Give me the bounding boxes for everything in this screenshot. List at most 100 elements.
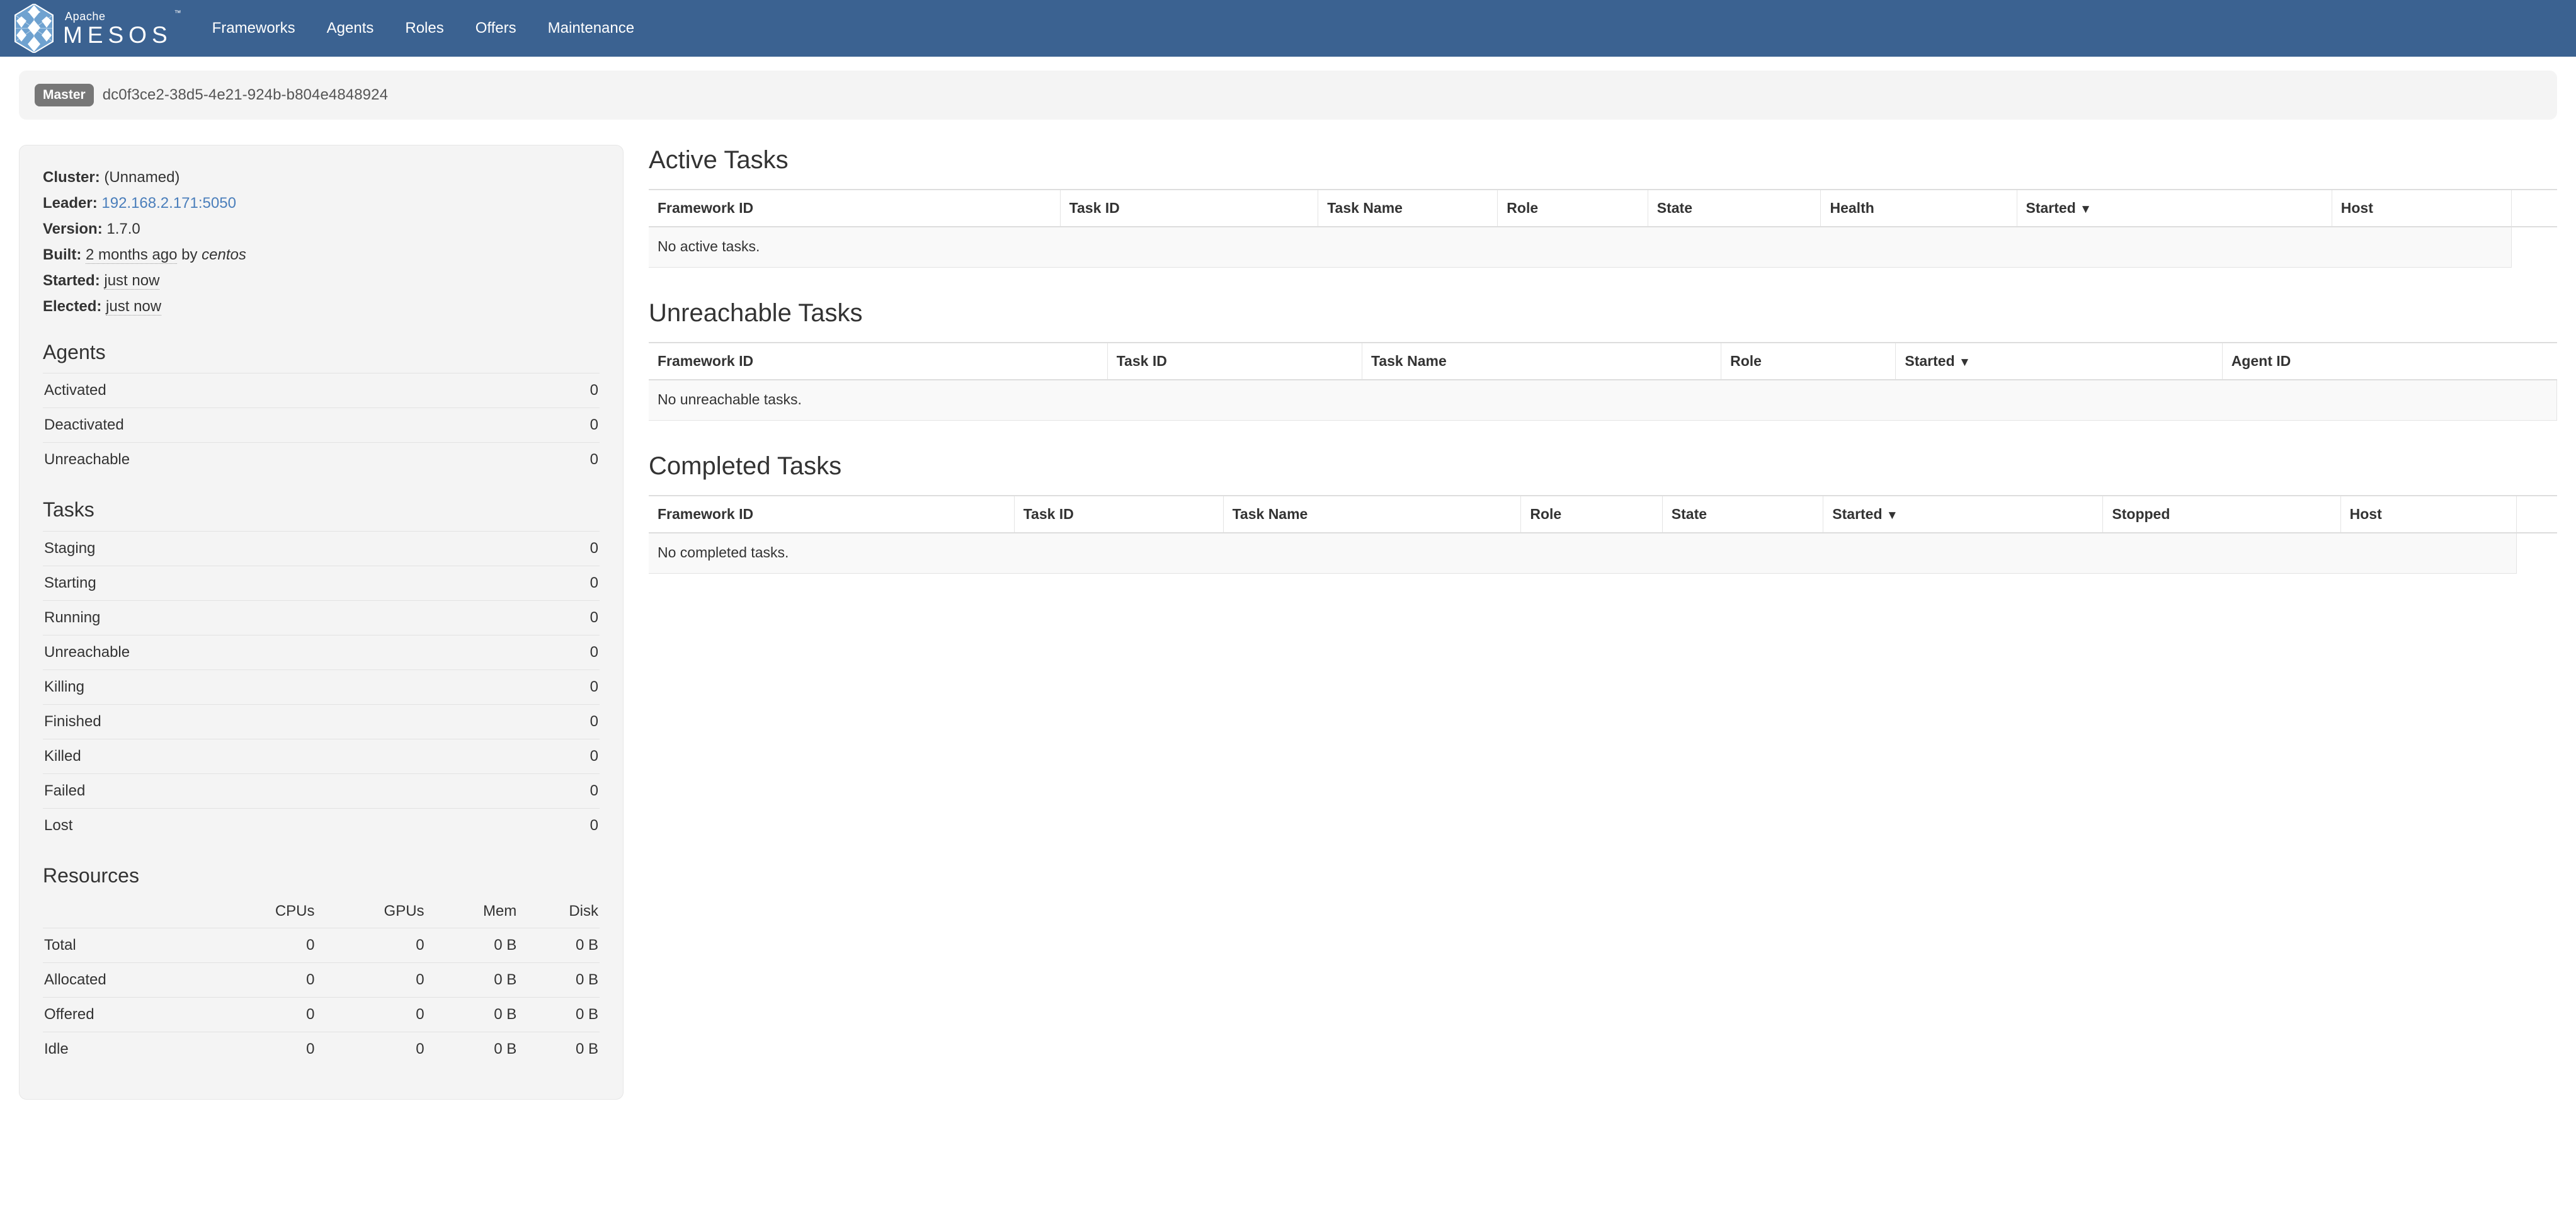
completed-col-task-name[interactable]: Task Name bbox=[1222, 495, 1521, 533]
active-col-task-id[interactable]: Task ID bbox=[1059, 189, 1318, 227]
nav-item-offers[interactable]: Offers bbox=[460, 0, 532, 57]
resources-header-disk: Disk bbox=[569, 903, 598, 920]
resources-row-allocated: Allocated 0 0 0 B 0 B bbox=[43, 962, 600, 998]
elected-row: Elected: just now bbox=[43, 293, 600, 319]
resources-allocated-mem: 0 B bbox=[425, 962, 518, 998]
resources-offered-gpus: 0 bbox=[316, 997, 426, 1032]
active-col-health[interactable]: Health bbox=[1820, 189, 2017, 227]
master-badge: Master bbox=[35, 84, 94, 106]
active-col-task-name[interactable]: Task Name bbox=[1318, 189, 1498, 227]
tasks-label-lost: Lost bbox=[43, 807, 539, 843]
resources-total-disk: 0 B bbox=[518, 928, 600, 963]
completed-col-task-id[interactable]: Task ID bbox=[1013, 495, 1224, 533]
active-col-started[interactable]: Started ▼ bbox=[2016, 189, 2332, 227]
resources-offered-mem: 0 B bbox=[425, 997, 518, 1032]
tasks-value-killing: 0 bbox=[538, 669, 600, 705]
elected-relative-time[interactable]: just now bbox=[106, 298, 162, 316]
resources-allocated-gpus: 0 bbox=[316, 962, 426, 998]
started-relative-time[interactable]: just now bbox=[104, 272, 160, 290]
completed-col-host[interactable]: Host bbox=[2340, 495, 2517, 533]
agents-row-deactivated: Deactivated 0 bbox=[43, 407, 600, 443]
resources-header-cpus: CPUs bbox=[275, 903, 315, 920]
completed-col-framework-id[interactable]: Framework ID bbox=[649, 495, 1015, 533]
unreachable-col-task-id[interactable]: Task ID bbox=[1107, 342, 1362, 380]
resources-offered-cpus: 0 bbox=[208, 997, 316, 1032]
active-tasks-empty-tail bbox=[2511, 227, 2557, 268]
resources-header-gpus: GPUs bbox=[384, 903, 425, 920]
resources-allocated-cpus: 0 bbox=[208, 962, 316, 998]
nav-link-roles[interactable]: Roles bbox=[389, 0, 459, 57]
resources-row-idle: Idle 0 0 0 B 0 B bbox=[43, 1032, 600, 1067]
cluster-info: Cluster: (Unnamed) Leader: 192.168.2.171… bbox=[43, 164, 600, 319]
tasks-row-killed: Killed 0 bbox=[43, 738, 600, 774]
resources-total-cpus: 0 bbox=[208, 928, 316, 963]
tasks-label-failed: Failed bbox=[43, 773, 539, 809]
completed-tasks-empty-message: No completed tasks. bbox=[649, 533, 2517, 574]
cluster-sidebar: Cluster: (Unnamed) Leader: 192.168.2.171… bbox=[19, 145, 624, 1100]
tasks-row-killing: Killing 0 bbox=[43, 669, 600, 705]
tasks-value-killed: 0 bbox=[538, 738, 600, 774]
tasks-row-finished: Finished 0 bbox=[43, 704, 600, 739]
completed-col-actions bbox=[2516, 495, 2557, 533]
unreachable-col-started[interactable]: Started ▼ bbox=[1895, 342, 2223, 380]
active-col-role[interactable]: Role bbox=[1497, 189, 1648, 227]
completed-col-stopped[interactable]: Stopped bbox=[2102, 495, 2341, 533]
agents-row-unreachable: Unreachable 0 bbox=[43, 442, 600, 477]
nav-item-frameworks[interactable]: Frameworks bbox=[197, 0, 311, 57]
active-tasks-empty-message: No active tasks. bbox=[649, 227, 2512, 268]
completed-col-started[interactable]: Started ▼ bbox=[1823, 495, 2103, 533]
unreachable-col-role[interactable]: Role bbox=[1721, 342, 1896, 380]
leader-link[interactable]: 192.168.2.171:5050 bbox=[101, 195, 236, 212]
resources-total-mem: 0 B bbox=[425, 928, 518, 963]
unreachable-col-framework-id[interactable]: Framework ID bbox=[649, 342, 1108, 380]
resources-idle-gpus: 0 bbox=[316, 1032, 426, 1067]
active-tasks-block: Active Tasks Framework ID Task ID Task N… bbox=[649, 145, 2557, 268]
resources-idle-cpus: 0 bbox=[208, 1032, 316, 1067]
sort-descending-caret-icon: ▼ bbox=[1886, 509, 1898, 522]
agents-label-unreachable: Unreachable bbox=[43, 442, 539, 477]
agents-label-activated: Activated bbox=[43, 373, 539, 408]
resources-header-mem: Mem bbox=[482, 903, 517, 920]
tasks-row-failed: Failed 0 bbox=[43, 773, 600, 809]
resources-table: CPUs GPUs Mem Disk Total 0 0 0 B 0 B All… bbox=[43, 896, 600, 1067]
agents-section-title: Agents bbox=[43, 341, 106, 363]
resources-offered-disk: 0 B bbox=[518, 997, 600, 1032]
tasks-value-lost: 0 bbox=[538, 807, 600, 843]
sort-descending-caret-icon: ▼ bbox=[2080, 203, 2092, 216]
completed-col-started-label: Started bbox=[1832, 506, 1883, 522]
unreachable-col-task-name[interactable]: Task Name bbox=[1361, 342, 1721, 380]
nav-item-roles[interactable]: Roles bbox=[389, 0, 459, 57]
tasks-label-killed: Killed bbox=[43, 738, 539, 774]
top-navbar: Apache MESOS ™ Frameworks Agents Roles O… bbox=[0, 0, 2576, 57]
tasks-value-failed: 0 bbox=[538, 773, 600, 809]
started-row: Started: just now bbox=[43, 268, 600, 293]
active-col-host[interactable]: Host bbox=[2331, 189, 2512, 227]
tasks-row-lost: Lost 0 bbox=[43, 807, 600, 843]
brand-home-link[interactable]: Apache MESOS ™ bbox=[14, 0, 181, 57]
leader-label: Leader: bbox=[43, 195, 98, 212]
tasks-label-killing: Killing bbox=[43, 669, 539, 705]
agents-value-activated: 0 bbox=[538, 373, 600, 408]
resources-allocated-disk: 0 B bbox=[518, 962, 600, 998]
unreachable-tasks-empty-message: No unreachable tasks. bbox=[649, 380, 2557, 421]
built-label: Built: bbox=[43, 246, 82, 263]
active-col-framework-id[interactable]: Framework ID bbox=[649, 189, 1061, 227]
unreachable-col-agent-id[interactable]: Agent ID bbox=[2221, 342, 2557, 380]
tasks-value-unreachable: 0 bbox=[538, 634, 600, 670]
built-row: Built: 2 months ago by centos bbox=[43, 242, 600, 268]
tasks-label-finished: Finished bbox=[43, 704, 539, 739]
completed-col-role[interactable]: Role bbox=[1520, 495, 1663, 533]
nav-link-offers[interactable]: Offers bbox=[460, 0, 532, 57]
tasks-value-running: 0 bbox=[538, 600, 600, 635]
active-tasks-table: Framework ID Task ID Task Name Role Stat… bbox=[649, 189, 2557, 268]
active-col-state[interactable]: State bbox=[1647, 189, 1821, 227]
completed-col-state[interactable]: State bbox=[1661, 495, 1823, 533]
agents-row-activated: Activated 0 bbox=[43, 373, 600, 408]
nav-link-frameworks[interactable]: Frameworks bbox=[197, 0, 311, 57]
nav-item-maintenance[interactable]: Maintenance bbox=[532, 0, 650, 57]
brand-trademark-symbol: ™ bbox=[174, 9, 181, 17]
nav-link-agents[interactable]: Agents bbox=[311, 0, 390, 57]
nav-item-agents[interactable]: Agents bbox=[311, 0, 390, 57]
built-relative-time[interactable]: 2 months ago bbox=[85, 246, 178, 264]
nav-link-maintenance[interactable]: Maintenance bbox=[532, 0, 650, 57]
